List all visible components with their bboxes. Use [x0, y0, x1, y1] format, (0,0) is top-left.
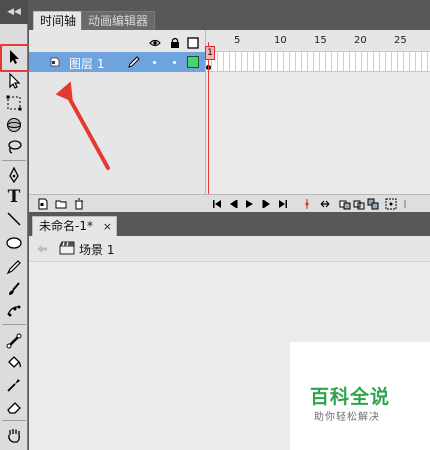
scene-label[interactable]: 场景 1 [79, 241, 114, 258]
document-tab-label: 未命名-1* [39, 219, 93, 233]
prev-frame-icon[interactable] [227, 198, 239, 210]
tools-panel: ◀◀ T [0, 0, 36, 450]
free-transform-tool-icon[interactable] [3, 92, 25, 114]
line-tool-icon[interactable] [3, 208, 25, 230]
paint-bucket-tool-icon[interactable] [3, 352, 25, 374]
modify-onion-markers-icon[interactable] [385, 198, 397, 210]
new-layer-icon[interactable] [37, 198, 49, 210]
delete-layer-icon[interactable] [73, 198, 85, 210]
eraser-tool-icon[interactable] [3, 396, 25, 418]
annotation-arrow-icon [56, 82, 110, 170]
tools-collapse-button[interactable]: ◀◀ [0, 0, 28, 24]
frame-number: 5 [234, 35, 241, 46]
new-folder-icon[interactable] [55, 198, 67, 210]
hand-tool-icon[interactable] [3, 424, 25, 446]
close-icon[interactable]: × [103, 217, 112, 236]
eyedropper-tool-icon[interactable] [3, 374, 25, 396]
frame-ruler[interactable]: 1 5 10 15 20 25 [206, 30, 430, 52]
toolbar-divider [2, 324, 26, 325]
pencil-tool-icon[interactable] [3, 256, 25, 278]
toolbar-divider [2, 160, 26, 161]
brush-tool-icon[interactable] [3, 278, 25, 300]
lock-icon[interactable] [169, 37, 181, 49]
text-tool-icon[interactable]: T [3, 186, 25, 208]
first-frame-icon[interactable] [211, 198, 223, 210]
bone-tool-icon[interactable] [3, 330, 25, 352]
tab-timeline[interactable]: 时间轴 [33, 11, 84, 30]
pen-tool-icon[interactable] [3, 164, 25, 186]
watermark-subtitle: 助你轻松解决 [314, 412, 380, 423]
tab-motion-editor[interactable]: 动画编辑器 [81, 11, 156, 30]
outline-color-swatch[interactable] [187, 56, 199, 68]
outline-square-icon[interactable] [187, 37, 199, 49]
last-frame-icon[interactable] [277, 198, 289, 210]
layer-name[interactable]: 图层 1 [69, 55, 104, 72]
layer-header [29, 30, 205, 52]
document-tabbar: 未命名-1* × [29, 212, 430, 236]
deco-tool-icon[interactable] [3, 300, 25, 322]
frame-number: 10 [274, 35, 287, 46]
edit-multiple-frames-icon[interactable] [367, 198, 379, 210]
playback-controls [205, 194, 430, 212]
frame-counter-icon [403, 198, 415, 210]
visibility-dot[interactable] [153, 61, 156, 64]
next-frame-icon[interactable] [261, 198, 273, 210]
layer-actions-bar [29, 194, 205, 212]
layer-page-icon [50, 57, 60, 67]
playhead[interactable]: 1 [205, 42, 215, 194]
lock-dot[interactable] [173, 61, 176, 64]
eye-icon[interactable] [149, 37, 161, 49]
frame-area[interactable]: 1 5 10 15 20 25 1 [205, 30, 430, 194]
center-frame-icon[interactable] [301, 198, 313, 210]
toolbar-divider [2, 420, 26, 421]
subselection-tool-icon[interactable] [3, 70, 25, 92]
edit-bar: 场景 1 [29, 236, 430, 262]
frame-number: 15 [314, 35, 327, 46]
frame-number: 20 [354, 35, 367, 46]
panel-tabbar: 时间轴 动画编辑器 [29, 0, 430, 30]
play-icon[interactable] [243, 198, 255, 210]
watermark-title: 百科全说 [310, 386, 391, 408]
frame-number: 25 [394, 35, 407, 46]
frame-cells[interactable] [206, 52, 430, 72]
back-arrow-icon[interactable] [35, 242, 49, 256]
playhead-handle[interactable]: 1 [205, 46, 215, 60]
oval-tool-icon[interactable] [3, 232, 25, 254]
3d-rotation-tool-icon[interactable] [3, 114, 25, 136]
layer-row[interactable]: 图层 1 [29, 52, 205, 72]
pencil-icon [128, 56, 140, 68]
lasso-tool-icon[interactable] [3, 136, 25, 158]
document-tab[interactable]: 未命名-1* × [32, 216, 117, 236]
loop-icon[interactable] [319, 198, 331, 210]
watermark: 百科全说 助你轻松解决 [290, 342, 430, 450]
onion-outline-icon[interactable] [353, 198, 365, 210]
scene-clapper-icon [59, 241, 75, 255]
onion-skin-icon[interactable] [339, 198, 351, 210]
